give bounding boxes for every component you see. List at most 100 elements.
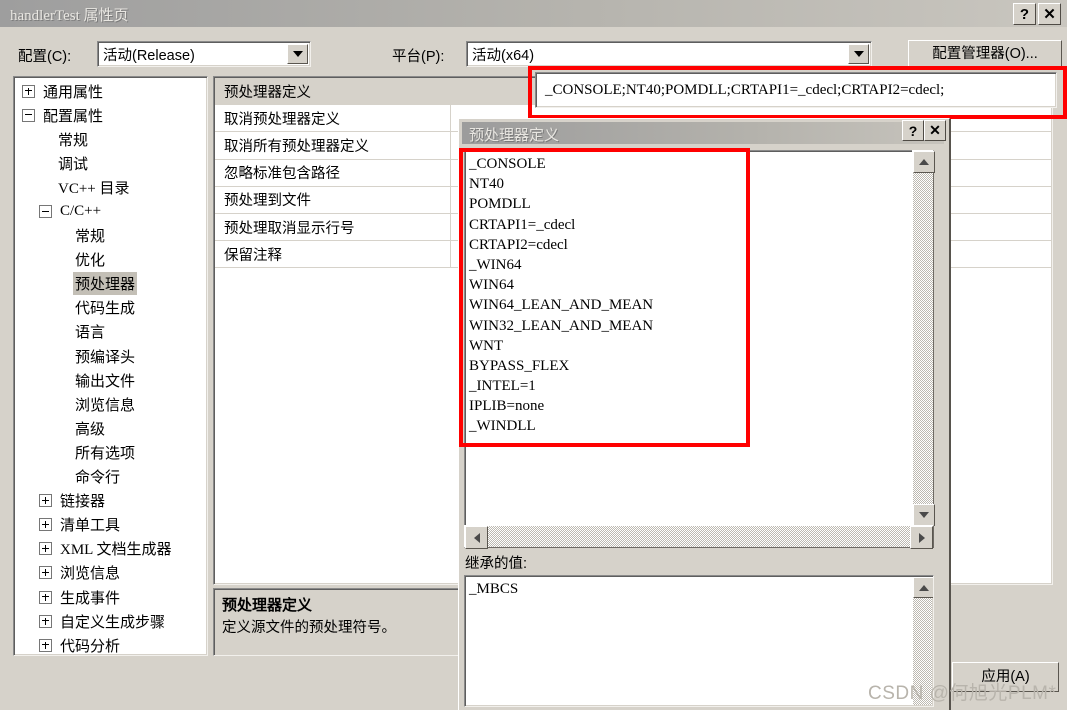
macro-item[interactable]: _CONSOLE bbox=[469, 154, 925, 174]
tree-item-19[interactable]: XML 文档生成器 bbox=[16, 537, 205, 561]
dialog-titlebar: 预处理器定义 bbox=[462, 122, 944, 144]
scroll-up-icon[interactable] bbox=[913, 577, 933, 598]
macro-item[interactable]: NT40 bbox=[469, 174, 925, 194]
platform-dropdown[interactable]: 活动(x64) bbox=[466, 41, 872, 67]
macro-item[interactable]: _WINDLL bbox=[469, 416, 925, 436]
expand-icon[interactable] bbox=[22, 84, 35, 98]
tree-item-22[interactable]: 自定义生成步骤 bbox=[16, 609, 205, 633]
preprocessor-definitions-value-field[interactable]: _CONSOLE;NT40;POMDLL;CRTAPI1=_cdecl;CRTA… bbox=[535, 72, 1057, 108]
tree-item-4[interactable]: VC++ 目录 bbox=[16, 175, 205, 199]
tree-item-3[interactable]: 调试 bbox=[16, 151, 205, 175]
settings-tree[interactable]: 通用属性 配置属性 常规 调试 VC++ 目录 C/C++ 常规 优化 预处理器 代码生成 语言 预编… bbox=[13, 76, 208, 656]
macro-item[interactable]: CRTAPI2=cdecl bbox=[469, 235, 925, 255]
macro-item[interactable]: _WIN64 bbox=[469, 255, 925, 275]
property-name: 取消预处理器定义 bbox=[215, 105, 451, 132]
inherited-values-list[interactable]: _MBCS bbox=[464, 575, 934, 707]
macro-item[interactable]: WIN64_LEAN_AND_MEAN bbox=[469, 295, 925, 315]
tree-item-label: 生成事件 bbox=[60, 590, 121, 607]
property-name: 预处理到文件 bbox=[215, 186, 451, 213]
tree-item-1[interactable]: 配置属性 bbox=[16, 103, 205, 127]
tree-item-11[interactable]: 预编译头 bbox=[16, 344, 205, 368]
preprocessor-definitions-dialog: 预处理器定义 ? ✕ _CONSOLE NT40 POMDLL CRTAPI1=_cd… bbox=[458, 118, 950, 710]
scroll-up-icon[interactable] bbox=[913, 151, 935, 173]
macro-list-horizontal-scrollbar[interactable] bbox=[464, 525, 934, 549]
tree-item-label: 预编译头 bbox=[75, 349, 136, 366]
tree-item-8[interactable]: 预处理器 bbox=[16, 272, 205, 296]
collapse-icon[interactable] bbox=[22, 108, 35, 122]
dialog-title: 预处理器定义 bbox=[469, 127, 560, 144]
macro-item[interactable]: POMDLL bbox=[469, 194, 925, 214]
tree-item-10[interactable]: 语言 bbox=[16, 320, 205, 344]
chevron-down-icon[interactable] bbox=[848, 44, 869, 64]
expand-icon[interactable] bbox=[39, 494, 52, 508]
macro-item[interactable]: WIN32_LEAN_AND_MEAN bbox=[469, 316, 925, 336]
tree-item-label: 优化 bbox=[75, 253, 106, 270]
macro-list[interactable]: _CONSOLE NT40 POMDLL CRTAPI1=_cdecl CRTAPI2=… bbox=[464, 150, 928, 527]
expand-icon[interactable] bbox=[39, 518, 52, 532]
tree-item-21[interactable]: 生成事件 bbox=[16, 585, 205, 609]
window-titlebar: handlerTest 属性页 ? ✕ bbox=[0, 0, 1067, 27]
tree-item-6[interactable]: 常规 bbox=[16, 224, 205, 248]
tree-item-20[interactable]: 浏览信息 bbox=[16, 561, 205, 585]
tree-item-12[interactable]: 输出文件 bbox=[16, 368, 205, 392]
configuration-value: 活动(Release) bbox=[103, 47, 195, 64]
tree-item-15[interactable]: 所有选项 bbox=[16, 440, 205, 464]
tree-item-label: 清单工具 bbox=[60, 518, 121, 535]
tree-item-label: 浏览信息 bbox=[75, 397, 136, 414]
macro-item[interactable]: BYPASS_FLEX bbox=[469, 356, 925, 376]
configuration-manager-button[interactable]: 配置管理器(O)... bbox=[908, 40, 1062, 68]
tree-item-0[interactable]: 通用属性 bbox=[16, 79, 205, 103]
expand-icon[interactable] bbox=[39, 638, 52, 652]
dialog-help-button[interactable]: ? bbox=[902, 120, 924, 141]
tree-item-17[interactable]: 链接器 bbox=[16, 489, 205, 513]
tree-item-label: 命令行 bbox=[75, 470, 121, 487]
macro-item[interactable]: CRTAPI1=_cdecl bbox=[469, 215, 925, 235]
tree-item-9[interactable]: 代码生成 bbox=[16, 296, 205, 320]
tree-item-5[interactable]: C/C++ bbox=[16, 199, 205, 223]
dialog-close-button[interactable]: ✕ bbox=[924, 120, 946, 141]
expand-icon[interactable] bbox=[39, 542, 52, 556]
property-name: 预处理取消显示行号 bbox=[215, 213, 451, 241]
expand-icon[interactable] bbox=[39, 590, 52, 604]
platform-label: 平台(P): bbox=[392, 49, 445, 65]
scroll-down-icon[interactable] bbox=[913, 504, 935, 526]
tree-item-7[interactable]: 优化 bbox=[16, 248, 205, 272]
property-name: 忽略标准包含路径 bbox=[215, 159, 451, 186]
expand-icon[interactable] bbox=[39, 566, 52, 580]
macro-item[interactable]: WIN64 bbox=[469, 275, 925, 295]
close-button[interactable]: ✕ bbox=[1038, 3, 1061, 25]
tree-item-label: 常规 bbox=[58, 132, 89, 149]
tree-item-label: 语言 bbox=[75, 325, 106, 342]
tree-item-label: 配置属性 bbox=[43, 108, 104, 125]
apply-button[interactable]: 应用(A) bbox=[952, 662, 1059, 692]
chevron-down-icon[interactable] bbox=[287, 44, 308, 64]
scroll-left-icon[interactable] bbox=[465, 526, 488, 549]
macro-item[interactable]: IPLIB=none bbox=[469, 396, 925, 416]
property-name: 取消所有预处理器定义 bbox=[215, 132, 451, 159]
macro-list-vertical-scrollbar[interactable] bbox=[912, 150, 935, 527]
tree-item-13[interactable]: 浏览信息 bbox=[16, 392, 205, 416]
tree-item-label: 浏览信息 bbox=[60, 566, 121, 583]
help-button[interactable]: ? bbox=[1013, 3, 1036, 25]
property-name: 预处理器定义 bbox=[215, 78, 450, 105]
tree-item-14[interactable]: 高级 bbox=[16, 416, 205, 440]
collapse-icon[interactable] bbox=[39, 205, 52, 219]
tree-item-label: VC++ 目录 bbox=[58, 180, 130, 197]
scroll-right-icon[interactable] bbox=[910, 526, 933, 549]
macro-item[interactable]: _INTEL=1 bbox=[469, 376, 925, 396]
tree-item-16[interactable]: 命令行 bbox=[16, 465, 205, 489]
inherited-values-scrollbar[interactable] bbox=[913, 577, 933, 705]
tree-item-23[interactable]: 代码分析 bbox=[16, 633, 205, 653]
preprocessor-definitions-value-text: _CONSOLE;NT40;POMDLL;CRTAPI1=_cdecl;CRTA… bbox=[545, 81, 945, 98]
tree-item-18[interactable]: 清单工具 bbox=[16, 513, 205, 537]
settings-tree-items: 通用属性 配置属性 常规 调试 VC++ 目录 C/C++ 常规 优化 预处理器 代码生成 语言 预编… bbox=[16, 79, 205, 653]
tree-item-label: C/C++ bbox=[60, 203, 102, 220]
configuration-dropdown[interactable]: 活动(Release) bbox=[97, 41, 311, 67]
property-name: 保留注释 bbox=[215, 241, 451, 268]
description-title: 预处理器定义 bbox=[222, 597, 313, 614]
tree-item-2[interactable]: 常规 bbox=[16, 127, 205, 151]
macro-item[interactable]: WNT bbox=[469, 336, 925, 356]
tree-item-label: XML 文档生成器 bbox=[60, 542, 172, 559]
inherited-values-items: _MBCS bbox=[469, 579, 518, 599]
expand-icon[interactable] bbox=[39, 614, 52, 628]
